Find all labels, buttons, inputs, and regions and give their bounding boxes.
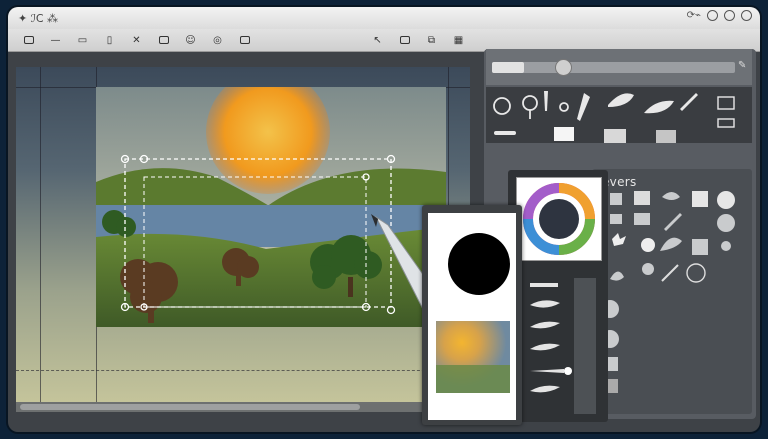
note-icon[interactable] (238, 35, 251, 46)
slider-fill (492, 62, 524, 73)
pencil-icon[interactable]: ✎ (738, 60, 746, 71)
window-controls: ⟳⌁ (687, 10, 752, 21)
square-brush-icon (717, 96, 735, 110)
maximize-button[interactable] (724, 10, 735, 21)
black-swatch[interactable] (448, 233, 510, 295)
plugin-icon[interactable]: ◎ (211, 35, 224, 46)
preview-card (422, 205, 522, 425)
pen-brush-icon (577, 93, 590, 121)
thumbnail-preview[interactable] (436, 321, 510, 393)
feather-brush-icon (680, 93, 698, 111)
selection-box[interactable] (16, 67, 470, 412)
scrollbar-thumb[interactable] (20, 404, 360, 410)
line-tool-icon[interactable]: — (49, 35, 62, 46)
slider-knob[interactable] (555, 59, 572, 76)
app-logo: ✦ ℐC ⁂ (18, 11, 59, 25)
drawing-canvas[interactable] (16, 67, 470, 412)
brush-size-list (524, 275, 604, 415)
image-tool-icon[interactable] (398, 35, 411, 46)
lasso-brush-icon (493, 97, 511, 115)
opacity-slider[interactable] (492, 59, 735, 76)
color-wheel[interactable] (516, 177, 602, 261)
brush-presets (486, 87, 752, 143)
leaf-brush-icon (608, 93, 634, 107)
brush-grid (592, 169, 752, 414)
close-tool-icon[interactable]: ✕ (130, 35, 143, 46)
frame-icon[interactable]: ▯ (103, 35, 116, 46)
minimize-button[interactable] (707, 10, 718, 21)
preview-canvas (428, 213, 516, 420)
flat-brush-icon (494, 131, 516, 135)
title-bar: ✦ ℐC ⁂ ⟳⌁ (8, 7, 760, 29)
grid-tool-icon[interactable]: ▦ (452, 35, 465, 46)
app-window: ✦ ℐC ⁂ ⟳⌁ — ▭ ▯ ✕ ☺ ◎ ↖ ⧉ ▦ ✎ evers (8, 7, 760, 432)
close-button[interactable] (741, 10, 752, 21)
horizontal-scrollbar[interactable] (16, 402, 470, 412)
camera-icon[interactable] (157, 35, 170, 46)
cursor-tool-icon[interactable]: ↖ (371, 35, 384, 46)
layers-tool-icon[interactable]: ⧉ (425, 35, 438, 46)
video-icon[interactable]: ▭ (76, 35, 89, 46)
rectangle-tool-icon[interactable] (22, 35, 35, 46)
opacity-bar: ✎ (486, 49, 752, 85)
emoji-icon[interactable]: ☺ (184, 35, 197, 46)
magnify-brush-icon (522, 95, 538, 111)
refresh-icon[interactable]: ⟳⌁ (687, 10, 701, 21)
